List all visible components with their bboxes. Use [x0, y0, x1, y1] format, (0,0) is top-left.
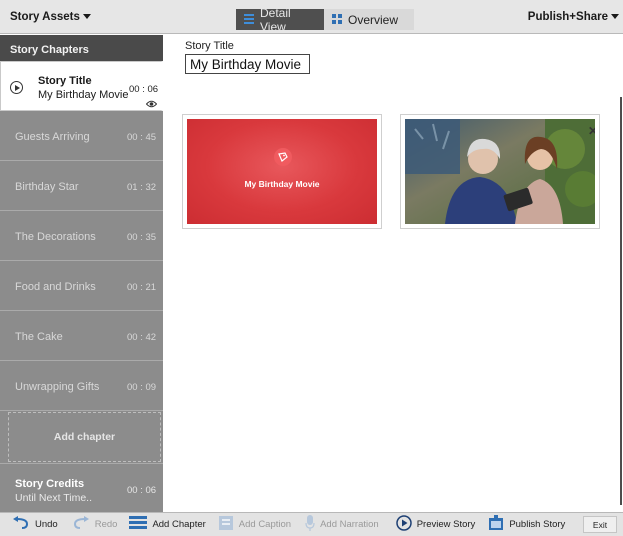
bottom-toolbar: Undo Redo Add Chapter Add Caption Add Na… [0, 512, 623, 536]
story-title-input[interactable] [185, 54, 310, 74]
redo-label: Redo [94, 519, 118, 530]
undo-label: Undo [35, 519, 58, 530]
chapter-item-food-and-drinks[interactable]: Food and Drinks 00 : 21 [0, 261, 163, 311]
list-icon [244, 13, 254, 27]
title-card-text: My Birthday Movie [244, 179, 320, 189]
tag-icon [274, 148, 292, 166]
photo-thumbnail[interactable]: ✕ [400, 114, 600, 229]
top-bar: Story Assets Detail View Overview Publis… [0, 0, 623, 34]
undo-button[interactable]: Undo [12, 516, 58, 533]
close-icon[interactable]: ✕ [588, 124, 595, 138]
undo-icon [12, 516, 30, 533]
chapter-item-birthday-star[interactable]: Birthday Star 01 : 32 [0, 161, 163, 211]
publish-story-label: Publish Story [509, 519, 566, 530]
tab-label: Detail View [260, 5, 291, 34]
story-title-label: Story Title [185, 40, 234, 52]
publish-share-dropdown[interactable]: Publish+Share [528, 11, 619, 23]
publish-share-label: Publish+Share [527, 11, 608, 23]
chapter-item-the-cake[interactable]: The Cake 00 : 42 [0, 311, 163, 361]
add-chapter-button[interactable]: Add Chapter [129, 515, 206, 534]
chapter-item-guests-arriving[interactable]: Guests Arriving 00 : 45 [0, 111, 163, 161]
add-chapter-label: Add Chapter [152, 519, 206, 530]
chevron-down-icon [82, 14, 91, 20]
chapter-duration: 00 : 21 [127, 282, 157, 293]
grid-icon [332, 13, 342, 27]
sidebar-header: Story Chapters [0, 35, 163, 61]
story-assets-dropdown[interactable]: Story Assets [10, 11, 91, 23]
redo-button[interactable]: Redo [72, 516, 118, 533]
chapter-label: Unwrapping Gifts [15, 381, 100, 393]
chapter-label: The Cake [15, 331, 63, 343]
tab-detail-view[interactable]: Detail View [236, 6, 324, 34]
add-chapter-placeholder[interactable]: Add chapter [8, 412, 161, 462]
chapter-duration: 00 : 35 [127, 232, 157, 243]
microphone-icon [305, 515, 315, 534]
caption-icon [218, 515, 234, 534]
redo-icon [72, 516, 90, 533]
tab-label: Overview [348, 12, 399, 27]
add-chapter-icon [129, 515, 148, 534]
publish-icon [488, 515, 504, 534]
chapters-sidebar: Story Chapters Story Title My Birthday M… [0, 35, 163, 513]
chapter-item-unwrapping-gifts[interactable]: Unwrapping Gifts 00 : 09 [0, 361, 163, 411]
title-card-image: My Birthday Movie [187, 119, 377, 224]
chapter-duration: 00 : 06 [129, 84, 159, 95]
publish-story-button[interactable]: Publish Story [488, 515, 565, 534]
chapter-duration: 00 : 45 [127, 132, 157, 143]
add-narration-button[interactable]: Add Narration [305, 515, 379, 534]
play-circle-icon[interactable] [10, 81, 23, 94]
chapter-duration: 01 : 32 [127, 182, 157, 193]
chapter-title: Story Credits [15, 478, 85, 490]
chapter-duration: 00 : 42 [127, 332, 157, 343]
eye-icon[interactable] [145, 99, 158, 111]
chapter-label: Birthday Star [15, 181, 79, 193]
tab-overview[interactable]: Overview [324, 9, 414, 30]
chevron-down-icon [611, 14, 619, 20]
add-caption-label: Add Caption [238, 519, 292, 530]
preview-story-label: Preview Story [416, 519, 476, 530]
scrollbar[interactable] [620, 97, 622, 505]
preview-story-button[interactable]: Preview Story [395, 515, 476, 534]
photo-image: ✕ [405, 119, 595, 224]
play-circle-icon [395, 515, 412, 534]
chapter-label: Food and Drinks [15, 281, 96, 293]
chapter-item-the-decorations[interactable]: The Decorations 00 : 35 [0, 211, 163, 261]
view-tabs: Detail View Overview [236, 6, 414, 34]
chapter-subtitle: Until Next Time.. [15, 492, 93, 504]
chapter-subtitle: My Birthday Movie [38, 89, 129, 101]
chapter-detail-panel: Story Title My Birthday Movie My Birthda… [163, 35, 623, 512]
chapter-duration: 00 : 09 [127, 382, 157, 393]
chapter-title: Story Title [38, 75, 92, 87]
chapter-label: Guests Arriving [15, 131, 90, 143]
add-narration-label: Add Narration [320, 519, 379, 530]
exit-button[interactable]: Exit [583, 516, 617, 533]
title-card-thumbnail[interactable]: My Birthday Movie [182, 114, 382, 229]
add-caption-button[interactable]: Add Caption [218, 515, 291, 534]
chapter-duration: 00 : 06 [127, 485, 157, 496]
chapter-label: The Decorations [15, 231, 96, 243]
chapter-item-story-title[interactable]: Story Title My Birthday Movie 00 : 06 [0, 61, 163, 111]
chapter-item-story-credits[interactable]: Story Credits Until Next Time.. 00 : 06 [0, 463, 163, 513]
story-assets-label: Story Assets [10, 11, 80, 23]
